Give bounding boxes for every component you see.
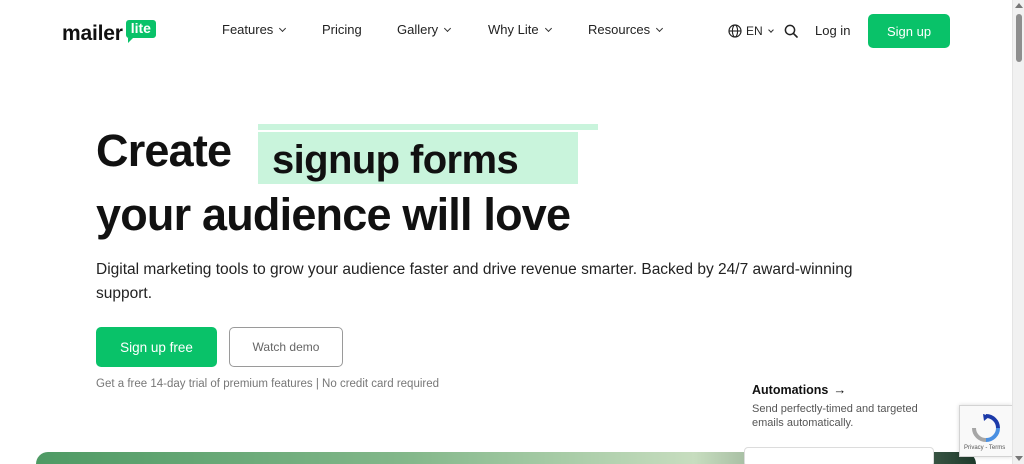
recaptcha-icon [972,414,1000,442]
nav-item-gallery[interactable]: Gallery [397,22,452,37]
signup-free-button[interactable]: Sign up free [96,327,217,367]
search-icon[interactable] [784,24,798,38]
hero-rotating-word: signup forms [272,138,519,182]
hero-title-line1: Create [96,125,232,176]
chevron-down-icon [656,24,664,32]
nav-label: Gallery [397,22,439,37]
scroll-up-icon[interactable] [1015,3,1023,8]
trial-note: Get a free 14-day trial of premium featu… [96,378,440,390]
hero-title-line2: your audience will love [96,189,571,240]
recaptcha-badge[interactable]: Privacy - Terms [959,405,1012,457]
nav-label: Why Lite [488,22,539,37]
hero-subtitle: Digital marketing tools to grow your aud… [96,261,853,302]
site-header: mailer lite Features Pricing Gallery Why… [0,0,1012,62]
nav-label: Resources [588,22,651,37]
nav-item-why-lite[interactable]: Why Lite [488,22,552,37]
scrollbar-thumb[interactable] [1016,14,1022,62]
feature-automations-link[interactable]: Automations → [752,382,846,397]
chevron-down-icon [444,24,452,32]
nav-item-features[interactable]: Features [222,22,287,37]
feature-card-preview [744,447,934,464]
scroll-down-icon[interactable] [1015,456,1023,461]
watch-demo-button[interactable]: Watch demo [229,327,343,367]
language-label: EN [746,24,763,38]
arrow-right-icon: → [833,382,847,397]
signup-button[interactable]: Sign up [868,14,950,48]
globe-icon[interactable] [728,24,742,38]
chevron-down-icon [767,26,774,33]
page-scrollbar[interactable] [1012,0,1024,464]
nav-label: Features [222,22,274,37]
login-link[interactable]: Log in [815,23,850,38]
logo-badge: lite [125,20,156,43]
logo-wordmark: mailer [62,22,123,45]
nav-item-resources[interactable]: Resources [588,22,664,37]
recaptcha-terms[interactable]: Privacy - Terms [964,445,1005,451]
feature-description: Send perfectly-timed and targeted emails… [752,403,918,429]
chevron-down-icon [279,24,287,32]
mailerlite-logo[interactable]: mailer lite [62,17,156,47]
feature-title: Automations [752,382,829,397]
nav-label: Pricing [322,22,362,37]
hero-rotating-word-highlight: signup forms [258,124,598,184]
language-selector[interactable]: EN [746,24,774,38]
highlight-band [258,124,598,130]
nav-item-pricing[interactable]: Pricing [322,22,362,37]
chevron-down-icon [544,24,552,32]
